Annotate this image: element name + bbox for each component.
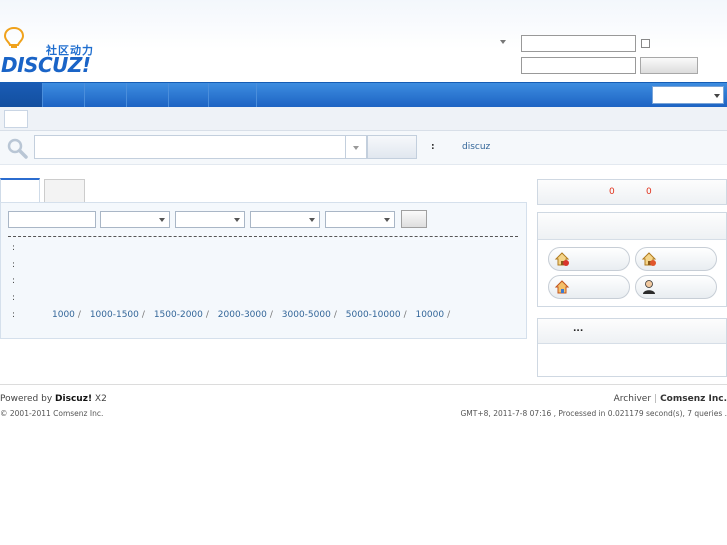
hot-search-keyword[interactable]: discuz [462, 142, 490, 152]
search-bar: : discuz [0, 131, 727, 165]
stat-count: 0 [609, 187, 615, 197]
dashed-divider [8, 236, 518, 237]
footer-divider [0, 384, 727, 385]
chevron-down-icon [234, 218, 240, 222]
chevron-down-icon [159, 218, 165, 222]
subnav-tab[interactable] [4, 110, 28, 128]
tab-secondary[interactable] [44, 179, 85, 203]
powered-by: Powered by Discuz! X2 [0, 394, 107, 404]
nav-item-home[interactable] [0, 83, 43, 107]
nav-item-2[interactable] [43, 83, 85, 107]
remember-me-checkbox[interactable] [641, 39, 650, 48]
chevron-down-icon [384, 218, 390, 222]
logo-wordmark[interactable]: DISCUZ! [1, 53, 91, 77]
price-separator: / [141, 310, 145, 320]
price-range-list: 1000/ 1000-1500/ 1500-2000/ 2000-3000/ 3… [52, 310, 456, 320]
quick-actions-box [537, 212, 727, 307]
price-range-link[interactable]: 5000-10000 [346, 310, 401, 320]
version-label: X2 [94, 394, 107, 404]
price-separator: / [77, 310, 81, 320]
tab-primary[interactable] [0, 178, 40, 203]
search-input[interactable] [34, 135, 346, 159]
lightbulb-logo-icon [3, 26, 25, 48]
price-range-link[interactable]: 1000-1500 [90, 310, 139, 320]
nav-item-4[interactable] [127, 83, 169, 107]
action-button[interactable] [548, 275, 630, 299]
chevron-down-icon [309, 218, 315, 222]
stat-count: 0 [646, 187, 652, 197]
login-button[interactable] [640, 57, 698, 74]
related-links-header: ... [538, 319, 726, 344]
username-field[interactable] [521, 35, 636, 52]
filter-row-label: : [12, 260, 16, 270]
chevron-down-icon [714, 94, 720, 98]
price-range-link[interactable]: 3000-5000 [282, 310, 331, 320]
filter-submit-button[interactable] [401, 210, 427, 228]
price-separator: / [447, 310, 451, 320]
filter-select-2[interactable] [175, 211, 245, 228]
action-button[interactable] [635, 275, 717, 299]
price-range-link[interactable]: 2000-3000 [218, 310, 267, 320]
user-person-icon [643, 280, 655, 294]
filter-row-label: : [12, 243, 16, 253]
price-range-link[interactable]: 1000 [52, 310, 75, 320]
price-separator: / [269, 310, 273, 320]
filter-select-3[interactable] [250, 211, 320, 228]
price-separator: / [333, 310, 337, 320]
related-links-box: ... [537, 318, 727, 377]
price-separator: / [403, 310, 407, 320]
password-field[interactable] [521, 57, 636, 74]
search-type-select[interactable] [345, 135, 367, 159]
copyright: © 2001-2011 Comsenz Inc. [0, 409, 104, 418]
company-link[interactable]: Comsenz Inc. [660, 394, 727, 404]
house-edit-icon [641, 252, 657, 266]
hot-search-label: : [431, 142, 435, 152]
house-add-icon [554, 252, 570, 266]
price-range-link[interactable]: 1500-2000 [154, 310, 203, 320]
powered-by-label: Powered by [0, 394, 53, 404]
filter-row-label: : [12, 276, 16, 286]
filter-row-label: : [12, 293, 16, 303]
search-magnifier-icon [7, 138, 28, 159]
more-indicator[interactable]: ... [573, 324, 583, 334]
footer-pipe: | [654, 394, 658, 404]
quick-actions-header [538, 213, 726, 240]
sub-navigation [0, 107, 727, 131]
archiver-link[interactable]: Archiver [614, 394, 651, 404]
chevron-down-icon [353, 146, 359, 150]
filter-row-label: : [12, 310, 16, 320]
house-home-icon [554, 280, 570, 294]
brand-link[interactable]: Discuz! [55, 394, 92, 404]
login-type-chevron-icon[interactable] [500, 40, 506, 44]
nav-item-5[interactable] [169, 83, 209, 107]
price-range-link[interactable]: 10000 [415, 310, 444, 320]
stats-box: 0 0 [537, 179, 727, 205]
keyword-field[interactable] [8, 211, 96, 228]
price-separator: / [205, 310, 209, 320]
footer-links: Archiver | Comsenz Inc. [614, 394, 727, 404]
action-button[interactable] [548, 247, 630, 271]
nav-item-6[interactable] [209, 83, 257, 107]
main-navigation [0, 82, 727, 107]
nav-item-3[interactable] [85, 83, 127, 107]
filter-select-4[interactable] [325, 211, 395, 228]
nav-quick-select[interactable] [652, 86, 724, 104]
processing-info: GMT+8, 2011-7-8 07:16 , Processed in 0.0… [460, 409, 727, 418]
filter-select-1[interactable] [100, 211, 170, 228]
action-button[interactable] [635, 247, 717, 271]
search-button[interactable] [367, 135, 417, 159]
